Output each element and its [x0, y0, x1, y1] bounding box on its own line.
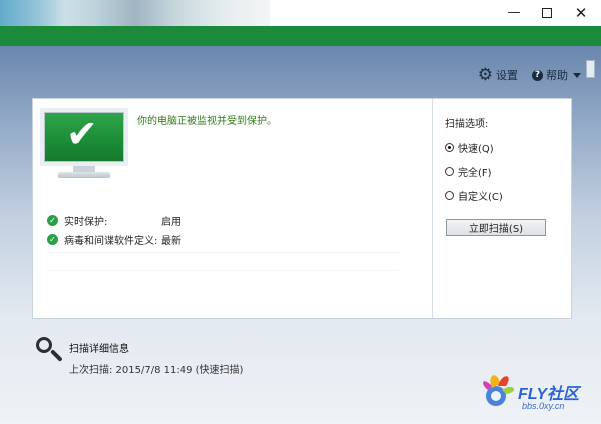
monitor-base — [58, 172, 110, 178]
scrollbar-thumb[interactable] — [586, 60, 595, 78]
radio-icon[interactable] — [445, 191, 454, 200]
scan-options-title: 扫描选项: — [445, 119, 489, 130]
status-row-realtime: ✓ 实时保护: 启用 — [47, 213, 181, 228]
magnifier-handle — [50, 349, 63, 362]
settings-link[interactable]: ⚙ 设置 — [477, 64, 518, 85]
scan-option-quick[interactable]: 快速(Q) — [445, 140, 494, 155]
scan-option-full[interactable]: 完全(F) — [445, 164, 492, 179]
checkmark-icon: ✔ — [66, 112, 98, 156]
gear-icon: ⚙ — [477, 64, 493, 85]
maximize-button[interactable] — [536, 4, 558, 22]
watermark: FLY社区 bbs.0xy.cn — [478, 366, 596, 420]
top-navigation: ⚙ 设置 ? 帮助 — [478, 66, 581, 84]
fly-logo-icon — [483, 375, 515, 406]
scan-now-button[interactable]: 立即扫描(S) — [446, 219, 546, 236]
settings-label: 设置 — [496, 69, 518, 82]
divider — [47, 270, 399, 271]
home-panel: ✔ 你的电脑正被监视并受到保护。 ✓ 实时保护: 启用 ✓ 病毒和间谍软件定义:… — [32, 98, 572, 319]
status-color-band — [0, 26, 601, 46]
protected-monitor-icon: ✔ — [40, 108, 128, 178]
divider — [47, 252, 399, 253]
check-circle-icon: ✓ — [47, 233, 58, 245]
minimize-button[interactable]: — — [503, 4, 525, 22]
question-icon: ? — [532, 69, 543, 81]
status-value: 启用 — [161, 217, 181, 228]
status-row-definitions: ✓ 病毒和间谍软件定义: 最新 — [47, 232, 181, 247]
title-bar: — ✕ — [0, 0, 601, 86]
check-circle-icon: ✓ — [47, 214, 58, 226]
help-label: 帮助 — [546, 69, 568, 82]
maximize-icon — [542, 8, 552, 18]
last-scan-info: 上次扫描: 2015/7/8 11:49 (快速扫描) — [69, 365, 244, 376]
defender-window: — ✕ ⚙ 设置 ? 帮助 ✔ 你的电脑正被监视并受到保护。 ✓ 实时保护: 启… — [0, 0, 601, 424]
protection-status-message: 你的电脑正被监视并受到保护。 — [137, 116, 277, 127]
scan-option-custom[interactable]: 自定义(C) — [445, 188, 503, 203]
status-label: 病毒和间谍软件定义: — [64, 235, 158, 247]
radio-label: 完全(F) — [458, 168, 492, 179]
radio-icon[interactable] — [445, 143, 454, 152]
chevron-down-icon — [573, 72, 581, 78]
status-value: 最新 — [161, 236, 181, 247]
watermark-url: bbs.0xy.cn — [522, 401, 565, 411]
radio-label: 自定义(C) — [458, 192, 503, 203]
help-menu[interactable]: ? 帮助 — [532, 67, 581, 83]
radio-icon[interactable] — [445, 167, 454, 176]
scan-details-title: 扫描详细信息 — [69, 344, 129, 355]
close-button[interactable]: ✕ — [570, 4, 592, 22]
radio-label: 快速(Q) — [458, 144, 494, 155]
status-label: 实时保护: — [64, 216, 108, 228]
panel-divider — [432, 99, 433, 318]
magnifier-icon — [36, 337, 63, 365]
